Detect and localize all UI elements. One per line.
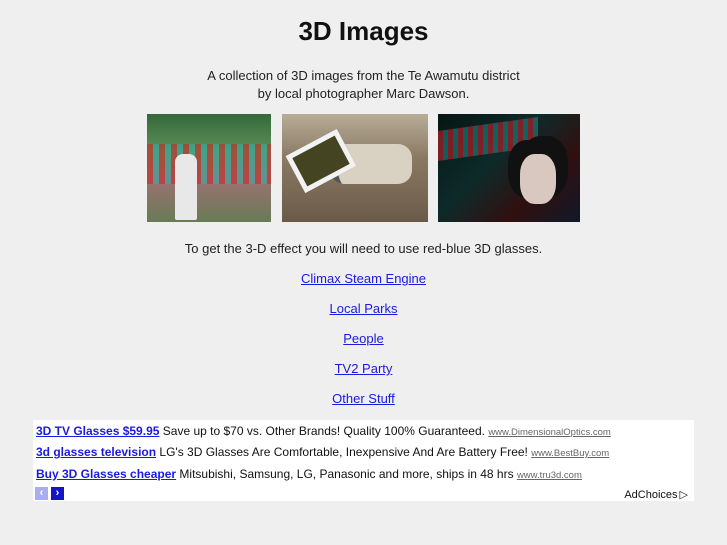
- gallery-links: Climax Steam Engine Local Parks People T…: [0, 271, 727, 421]
- ad-item: Buy 3D Glasses cheaper Mitsubishi, Samsu…: [36, 467, 582, 481]
- ad-url[interactable]: www.DimensionalOptics.com: [488, 427, 610, 438]
- photo-stereo-camera[interactable]: [282, 114, 428, 222]
- chevron-right-icon: ›: [55, 487, 60, 499]
- ad-prev-button[interactable]: ‹: [35, 487, 48, 500]
- ad-text: Mitsubishi, Samsung, LG, Panasonic and m…: [179, 467, 514, 481]
- adchoices-label: AdChoices: [624, 489, 678, 501]
- ad-next-button[interactable]: ›: [51, 487, 64, 500]
- chevron-left-icon: ‹: [39, 487, 44, 499]
- ad-title[interactable]: Buy 3D Glasses cheaper: [36, 467, 176, 481]
- ad-url[interactable]: www.BestBuy.com: [531, 448, 609, 459]
- ad-url[interactable]: www.tru3d.com: [517, 470, 582, 481]
- photo-portrait[interactable]: [438, 114, 580, 222]
- link-local-parks[interactable]: Local Parks: [0, 301, 727, 331]
- intro-text: A collection of 3D images from the Te Aw…: [0, 67, 727, 103]
- page-title: 3D Images: [298, 16, 429, 46]
- intro-line-1: A collection of 3D images from the Te Aw…: [207, 68, 520, 83]
- ad-item: 3d glasses television LG's 3D Glasses Ar…: [36, 445, 609, 459]
- ad-item: 3D TV Glasses $59.95 Save up to $70 vs. …: [36, 424, 611, 438]
- glasses-note: To get the 3-D effect you will need to u…: [184, 241, 543, 256]
- photo-steam-engine[interactable]: [147, 114, 271, 222]
- ad-text: LG's 3D Glasses Are Comfortable, Inexpen…: [159, 445, 528, 459]
- intro-line-2: by local photographer Marc Dawson.: [257, 86, 470, 101]
- link-climax-steam-engine[interactable]: Climax Steam Engine: [0, 271, 727, 301]
- link-tv2-party[interactable]: TV2 Party: [0, 361, 727, 391]
- adchoices-link[interactable]: AdChoices ▷: [624, 488, 688, 501]
- adchoices-icon: ▷: [679, 489, 688, 501]
- link-other-stuff[interactable]: Other Stuff: [0, 391, 727, 421]
- ad-title[interactable]: 3d glasses television: [36, 445, 156, 459]
- link-people[interactable]: People: [0, 331, 727, 361]
- ad-text: Save up to $70 vs. Other Brands! Quality…: [162, 424, 485, 438]
- ad-title[interactable]: 3D TV Glasses $59.95: [36, 424, 159, 438]
- ad-box: 3D TV Glasses $59.95 Save up to $70 vs. …: [33, 420, 694, 501]
